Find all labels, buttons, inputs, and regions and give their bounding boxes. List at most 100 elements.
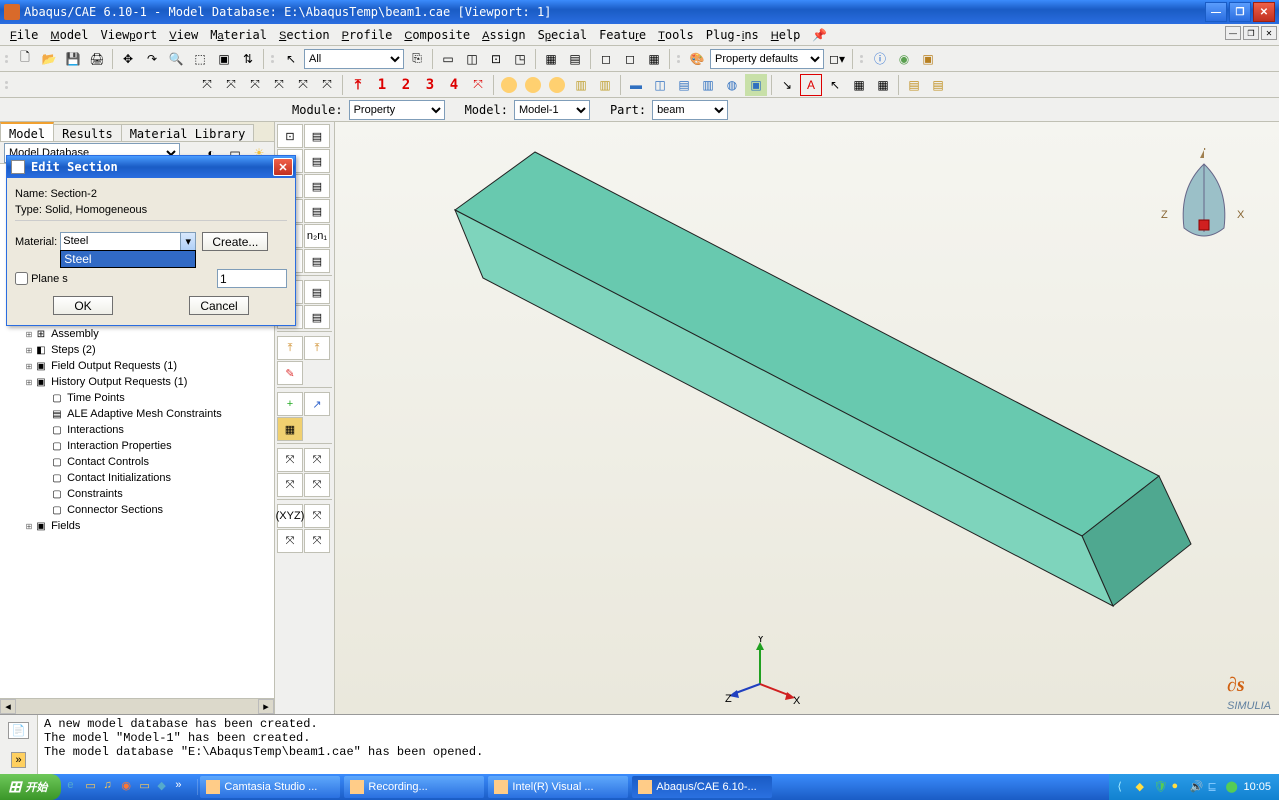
- tool-icon[interactable]: ⊡: [485, 48, 507, 70]
- menu-tools[interactable]: Tools: [652, 26, 700, 44]
- menu-special[interactable]: Special: [532, 26, 593, 44]
- menu-model[interactable]: Model: [44, 26, 94, 44]
- menu-feature[interactable]: Feature: [593, 26, 652, 44]
- layout-icon[interactable]: ◍: [721, 74, 743, 96]
- vtool-btn[interactable]: ▤: [304, 249, 330, 273]
- grid-icon[interactable]: ▤: [564, 48, 586, 70]
- tray-network-icon[interactable]: ⊑: [1207, 780, 1221, 794]
- plane-value-input[interactable]: [217, 269, 287, 288]
- vtool-btn[interactable]: ▤: [304, 149, 330, 173]
- ql-music-icon[interactable]: ♫: [103, 779, 119, 795]
- box-icon[interactable]: ◻: [619, 48, 641, 70]
- selection-filter[interactable]: All: [304, 49, 404, 69]
- print-icon[interactable]: 🖨: [86, 48, 108, 70]
- tree-item[interactable]: ⊞▣ History Output Requests (1): [2, 374, 272, 390]
- menu-section[interactable]: Section: [273, 26, 336, 44]
- cube-gold-icon[interactable]: ▣: [917, 48, 939, 70]
- mdi-minimize[interactable]: —: [1225, 26, 1241, 40]
- axis-icon[interactable]: ⤧: [467, 74, 489, 96]
- toolbar-grip[interactable]: [859, 49, 865, 69]
- tree-item[interactable]: ▢ Time Points: [2, 390, 272, 406]
- export-icon[interactable]: ▤: [927, 74, 949, 96]
- vtool-btn[interactable]: ▦: [277, 417, 303, 441]
- csys-icon[interactable]: ⤧: [268, 74, 290, 96]
- material-select[interactable]: Steel▾: [60, 232, 196, 251]
- table-icon[interactable]: ▦: [848, 74, 870, 96]
- menu-material[interactable]: Material: [204, 26, 273, 44]
- minimize-button[interactable]: —: [1205, 2, 1227, 22]
- taskbar-item[interactable]: Recording...: [344, 776, 484, 798]
- export-icon[interactable]: ▤: [903, 74, 925, 96]
- ql-more-icon[interactable]: »: [175, 779, 191, 795]
- menu-view[interactable]: View: [163, 26, 204, 44]
- vtool-btn[interactable]: ⤧: [277, 448, 303, 472]
- tray-volume-icon[interactable]: 🔊: [1189, 780, 1203, 794]
- toolbar-grip[interactable]: [4, 75, 10, 95]
- vtool-btn[interactable]: (XYZ): [277, 504, 303, 528]
- menu-pin-icon[interactable]: 📌: [806, 26, 833, 44]
- tree-item[interactable]: ▢ Interaction Properties: [2, 438, 272, 454]
- menu-composite[interactable]: Composite: [398, 26, 476, 44]
- console-output[interactable]: A new model database has been created. T…: [38, 715, 1279, 774]
- vtool-btn[interactable]: ▤: [304, 199, 330, 223]
- ql-app-icon[interactable]: ◆: [157, 779, 173, 795]
- vtool-btn[interactable]: +: [277, 392, 303, 416]
- zoom-box-icon[interactable]: ⬚: [189, 48, 211, 70]
- tree-item[interactable]: ▢ Contact Initializations: [2, 470, 272, 486]
- tree-item[interactable]: ▢ Interactions: [2, 422, 272, 438]
- toolbar-grip[interactable]: [270, 49, 276, 69]
- tray-icon[interactable]: ⬤: [1225, 780, 1239, 794]
- create-material-button[interactable]: Create...: [202, 232, 268, 251]
- mdi-restore[interactable]: ❐: [1243, 26, 1259, 40]
- tree-item[interactable]: ⊞▣ Fields: [2, 518, 272, 534]
- model-select[interactable]: Model-1: [514, 100, 590, 120]
- view2-btn[interactable]: 2: [395, 74, 417, 96]
- ql-folder-icon[interactable]: ▭: [139, 779, 155, 795]
- menu-assign[interactable]: Assign: [476, 26, 531, 44]
- text-icon[interactable]: A: [800, 74, 822, 96]
- circle-icon[interactable]: [546, 74, 568, 96]
- vtool-btn[interactable]: ▤: [304, 174, 330, 198]
- toolbar-grip[interactable]: [676, 49, 682, 69]
- vtool-btn[interactable]: n₂n₁: [304, 224, 330, 248]
- layout-icon[interactable]: ▬: [625, 74, 647, 96]
- csys-icon[interactable]: ⤧: [316, 74, 338, 96]
- vtool-btn[interactable]: ⤧: [304, 529, 330, 553]
- menu-profile[interactable]: Profile: [336, 26, 399, 44]
- scroll-left-icon[interactable]: ◂: [0, 699, 16, 714]
- menu-viewport[interactable]: Viewport: [95, 26, 164, 44]
- tree-item[interactable]: ⊞▣ Field Output Requests (1): [2, 358, 272, 374]
- part-select[interactable]: beam: [652, 100, 728, 120]
- vtool-btn[interactable]: ↗: [304, 392, 330, 416]
- vtool-btn[interactable]: ⤧: [277, 473, 303, 497]
- view-cube[interactable]: Y X Z: [1159, 148, 1249, 258]
- vtool-btn[interactable]: ⊡: [277, 124, 303, 148]
- ok-button[interactable]: OK: [53, 296, 113, 315]
- vtool-btn[interactable]: ▤: [304, 305, 330, 329]
- new-file-icon[interactable]: 🗋: [14, 48, 36, 70]
- vtool-btn[interactable]: ⤧: [304, 448, 330, 472]
- tree-item[interactable]: ▢ Constraints: [2, 486, 272, 502]
- rotate-icon[interactable]: ↷: [141, 48, 163, 70]
- zoom-icon[interactable]: 🔍: [165, 48, 187, 70]
- vtool-btn[interactable]: ⤧: [304, 504, 330, 528]
- taskbar-item[interactable]: Camtasia Studio ...: [200, 776, 340, 798]
- box-tool-icon[interactable]: ◻▾: [826, 48, 848, 70]
- vtool-btn[interactable]: ✎: [277, 361, 303, 385]
- pan-icon[interactable]: ✥: [117, 48, 139, 70]
- vtool-btn[interactable]: ⤒: [277, 336, 303, 360]
- tree-item[interactable]: ⊞◧ Steps (2): [2, 342, 272, 358]
- tray-icon[interactable]: ◆: [1135, 780, 1149, 794]
- view3-btn[interactable]: 3: [419, 74, 441, 96]
- bars-icon[interactable]: ▥: [570, 74, 592, 96]
- ql-desktop-icon[interactable]: ▭: [85, 779, 101, 795]
- box-icon[interactable]: ◻: [595, 48, 617, 70]
- start-button[interactable]: ⊞开始: [0, 774, 61, 800]
- layout-icon[interactable]: ◫: [649, 74, 671, 96]
- toolbar-grip[interactable]: [4, 49, 10, 69]
- vtool-btn[interactable]: ▤: [304, 124, 330, 148]
- scroll-right-icon[interactable]: ▸: [258, 699, 274, 714]
- display-group-select[interactable]: Property defaults: [710, 49, 824, 69]
- csys-icon[interactable]: ⤧: [220, 74, 242, 96]
- csys-icon[interactable]: ⤧: [244, 74, 266, 96]
